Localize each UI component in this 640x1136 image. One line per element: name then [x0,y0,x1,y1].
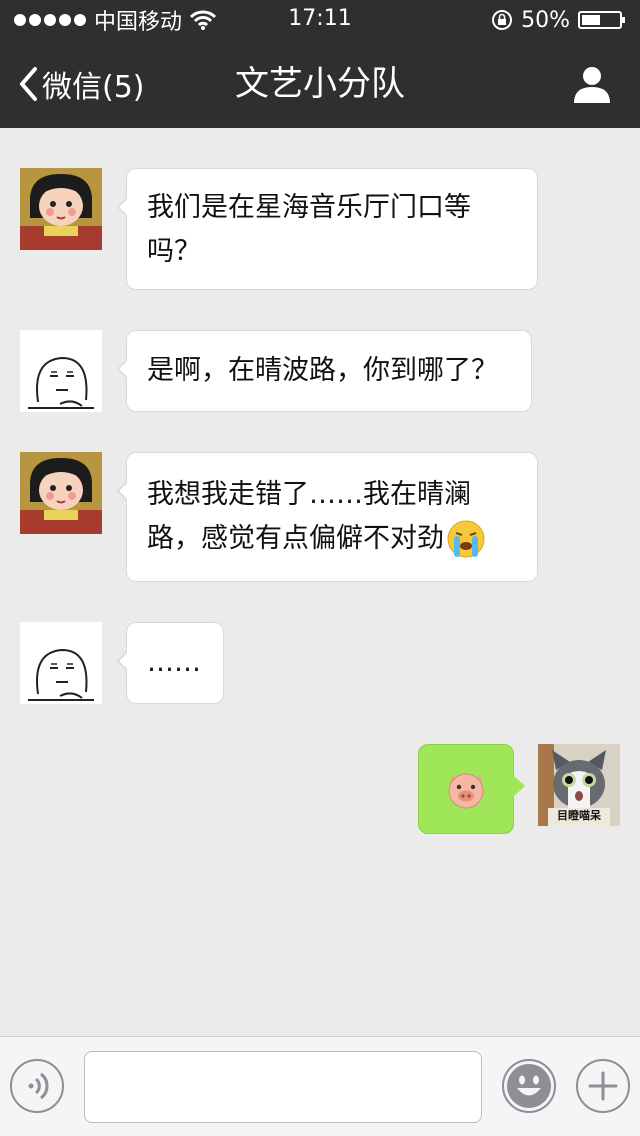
message-bubble[interactable]: 我想我走错了……我在晴澜 路，感觉有点偏僻不对劲 [117,452,538,582]
status-bar: 中国移动 17:11 50% [0,0,640,40]
cat-avatar[interactable]: 目瞪喵呆 [538,744,620,826]
back-button[interactable]: 微信(5) [18,62,145,106]
sketch-face-avatar[interactable] [20,622,102,704]
voice-icon [28,1072,49,1100]
battery-percent: 50% [521,7,570,33]
plus-icon [588,1071,618,1101]
avatar-caption: 目瞪喵呆 [557,809,601,822]
chat-area[interactable]: 我们是在星海音乐厅门口等 吗？ 是啊，在晴波路，你到哪了？ 我想我走错了……我在… [0,128,640,1036]
message-bubble[interactable]: …… [117,622,224,704]
message-text: 是啊，在晴波路，你到哪了？ [147,355,498,386]
message-bubble[interactable]: 我们是在星海音乐厅门口等 吗？ [117,168,538,290]
outgoing-message-bubble[interactable] [418,744,525,834]
more-button[interactable] [576,1059,630,1113]
chevron-left-icon [20,67,37,101]
input-bar [0,1036,640,1136]
sketch-face-avatar[interactable] [20,330,102,412]
smiley-icon [507,1064,551,1108]
status-right: 50% [491,6,625,34]
back-label: 微信(5) [42,70,145,105]
message-text: 吗？ [147,236,201,267]
message-text: 我想我走错了……我在晴澜 [147,479,471,510]
battery-icon [578,11,625,29]
message-input[interactable] [84,1051,482,1123]
message-text: …… [147,647,201,678]
rotation-lock-icon [492,10,513,30]
voice-button[interactable] [10,1059,64,1113]
nav-bar: 微信(5) 文艺小分队 [0,40,640,128]
message-text: 路，感觉有点偏僻不对劲 [147,523,444,554]
pig-emoji [448,773,484,809]
crying-emoji [447,520,485,558]
girl-avatar[interactable] [20,168,102,250]
message-bubble[interactable]: 是啊，在晴波路，你到哪了？ [117,330,532,412]
emoji-button[interactable] [502,1059,556,1113]
message-line: 路，感觉有点偏僻不对劲 [147,517,517,561]
message-text: 我们是在星海音乐厅门口等 [147,192,471,223]
girl-avatar[interactable] [20,452,102,534]
person-icon[interactable] [572,64,612,104]
